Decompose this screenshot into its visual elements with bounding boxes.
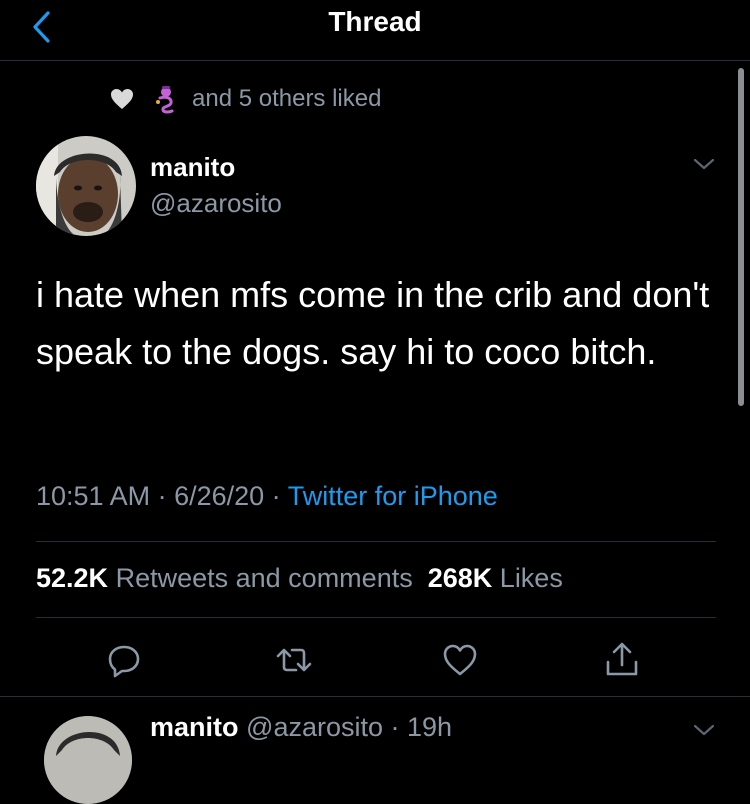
reply-time: 19h	[407, 712, 453, 742]
page-title: Thread	[328, 6, 422, 37]
heart-icon	[111, 89, 133, 109]
scrollbar[interactable]	[738, 68, 744, 406]
tweet-stats: 52.2K Retweets and comments 268K Likes	[36, 563, 563, 594]
tweet-source[interactable]: Twitter for iPhone	[288, 481, 498, 511]
reply-header[interactable]: manito @azarosito · 19h	[150, 712, 452, 743]
header-divider	[0, 60, 750, 61]
retweet-icon[interactable]	[274, 640, 314, 680]
avatar[interactable]	[36, 136, 136, 236]
reply-author-name[interactable]: manito	[150, 712, 239, 742]
tweet-time: 10:51 AM	[36, 481, 151, 511]
likes-label[interactable]: Likes	[500, 563, 563, 593]
author-handle[interactable]: @azarosito	[150, 188, 282, 219]
reply-icon[interactable]	[104, 640, 144, 680]
likes-count[interactable]: 268K	[428, 563, 493, 593]
reply-author-handle[interactable]: @azarosito	[246, 712, 383, 742]
share-icon[interactable]	[602, 640, 642, 680]
divider	[36, 617, 716, 618]
liked-text: and 5 others liked	[192, 85, 382, 112]
like-icon[interactable]	[440, 640, 480, 680]
genie-emoji-icon	[156, 86, 174, 114]
social-context[interactable]: and 5 others liked	[110, 84, 381, 114]
divider	[0, 696, 750, 697]
tweet-text: i hate when mfs come in the crib and don…	[36, 274, 710, 372]
tweet-date: 6/26/20	[174, 481, 265, 511]
caret-down-icon[interactable]	[692, 156, 716, 172]
retweets-count[interactable]: 52.2K	[36, 563, 108, 593]
divider	[36, 541, 716, 542]
retweets-label[interactable]: Retweets and comments	[116, 563, 413, 593]
tweet-meta: 10:51 AM · 6/26/20 · Twitter for iPhone	[36, 481, 498, 511]
author-name[interactable]: manito	[150, 152, 235, 183]
caret-down-icon[interactable]	[692, 722, 716, 738]
reply-avatar[interactable]	[44, 716, 132, 804]
